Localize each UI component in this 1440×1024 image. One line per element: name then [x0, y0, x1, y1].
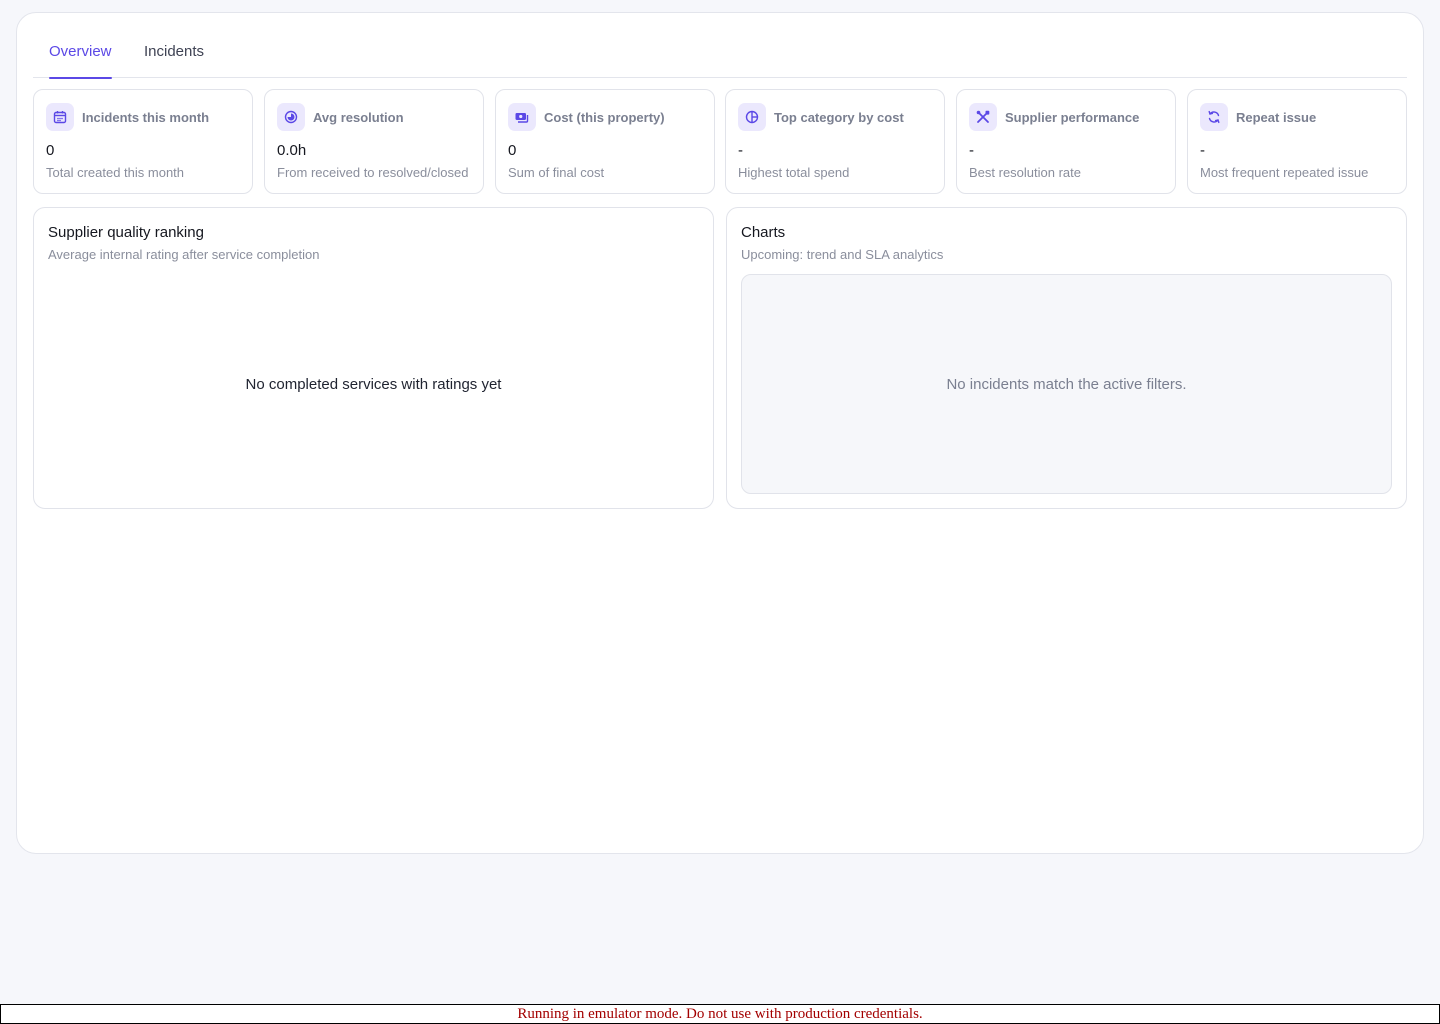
panel-subtitle: Average internal rating after service co… [48, 247, 320, 262]
kpi-cost: Cost (this property) 0 Sum of final cost [495, 89, 715, 194]
kpi-supplier-performance: Supplier performance - Best resolution r… [956, 89, 1176, 194]
empty-state-text: No completed services with ratings yet [245, 376, 502, 393]
kpi-subtext: Best resolution rate [969, 165, 1082, 180]
kpi-value: 0.0h [277, 142, 307, 159]
kpi-label: Cost (this property) [544, 110, 665, 125]
kpi-subtext: Sum of final cost [508, 165, 605, 180]
kpi-subtext: Most frequent repeated issue [1200, 165, 1369, 180]
panel-title: Charts [741, 224, 786, 241]
chart-placeholder: No incidents match the active filters. [741, 274, 1392, 494]
kpi-value: - [1200, 142, 1205, 159]
kpi-row: Incidents this month 0 Total created thi… [33, 89, 1407, 194]
kpi-label: Repeat issue [1236, 110, 1317, 125]
clock-icon [277, 103, 305, 131]
tools-icon [969, 103, 997, 131]
kpi-value: - [969, 142, 974, 159]
kpi-repeat-issue: Repeat issue - Most frequent repeated is… [1187, 89, 1407, 194]
kpi-subtext: Highest total spend [738, 165, 850, 180]
supplier-quality-panel: Supplier quality ranking Average interna… [33, 207, 714, 509]
kpi-label: Supplier performance [1005, 110, 1140, 125]
refresh-icon [1200, 103, 1228, 131]
kpi-value: 0 [46, 142, 55, 159]
kpi-label: Top category by cost [774, 110, 904, 125]
kpi-label: Avg resolution [313, 110, 404, 125]
calendar-icon [46, 103, 74, 131]
kpi-value: - [738, 142, 743, 159]
kpi-subtext: Total created this month [46, 165, 185, 180]
tab-incidents[interactable]: Incidents [144, 43, 204, 78]
kpi-incidents-this-month: Incidents this month 0 Total created thi… [33, 89, 253, 194]
tab-bar: Overview Incidents [33, 37, 1407, 79]
empty-state-text: No incidents match the active filters. [946, 376, 1187, 393]
charts-panel: Charts Upcoming: trend and SLA analytics… [726, 207, 1407, 509]
kpi-top-category: Top category by cost - Highest total spe… [725, 89, 945, 194]
tab-overview[interactable]: Overview [49, 43, 112, 79]
panel-subtitle: Upcoming: trend and SLA analytics [741, 247, 944, 262]
kpi-label: Incidents this month [82, 110, 210, 125]
kpi-subtext: From received to resolved/closed [277, 165, 469, 180]
dashboard-card: Overview Incidents Incidents this month … [16, 12, 1424, 854]
pie-chart-icon [738, 103, 766, 131]
kpi-avg-resolution: Avg resolution 0.0h From received to res… [264, 89, 484, 194]
emulator-warning-banner: Running in emulator mode. Do not use wit… [0, 1004, 1440, 1024]
kpi-value: 0 [508, 142, 517, 159]
panel-title: Supplier quality ranking [48, 224, 204, 241]
money-icon [508, 103, 536, 131]
